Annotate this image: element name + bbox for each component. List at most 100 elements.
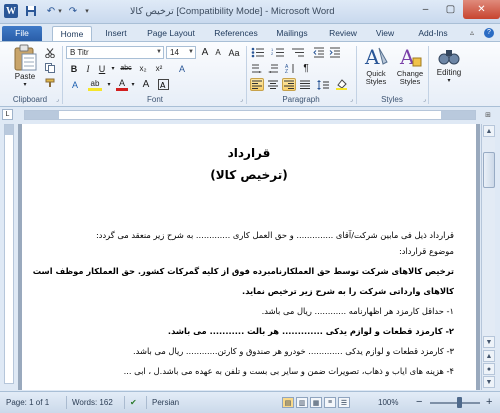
scroll-up-button[interactable]: ▲ — [483, 125, 495, 137]
previous-page-button[interactable]: ▲ — [483, 350, 495, 362]
title-bar: W ↶ ▾ ↷ ▾ ترخیص کالا [Compatibility Mode… — [0, 0, 500, 24]
change-styles-button[interactable]: A Change Styles — [394, 44, 426, 86]
bold-button[interactable]: B — [68, 62, 80, 75]
tab-file[interactable]: File — [2, 26, 42, 41]
cut-icon[interactable] — [44, 46, 56, 59]
close-button[interactable]: ✕ — [463, 0, 500, 19]
align-right-icon[interactable] — [282, 78, 296, 91]
font-color-button[interactable]: A — [116, 78, 128, 91]
document-page[interactable]: قرارداد (ترخیص کالا) قرارداد ذیل فی مابی… — [22, 124, 476, 390]
left-to-right-icon[interactable] — [250, 62, 264, 75]
tab-review[interactable]: Review — [324, 26, 362, 41]
outline-icon[interactable]: ≡ — [324, 397, 336, 408]
paragraph-launcher-icon[interactable]: ⌟ — [350, 96, 353, 103]
shading-icon[interactable] — [334, 78, 348, 91]
document-area[interactable]: قرارداد (ترخیص کالا) قرارداد ذیل فی مابی… — [18, 124, 480, 390]
zoom-in-button[interactable]: + — [486, 396, 492, 408]
horizontal-ruler[interactable]: L ⊞ — [0, 108, 500, 122]
superscript-button[interactable]: x² — [152, 62, 166, 75]
line-spacing-icon[interactable] — [316, 78, 330, 91]
clear-formatting-button[interactable]: A — [176, 62, 188, 75]
draft-icon[interactable]: ☰ — [338, 397, 350, 408]
undo-dropdown-icon[interactable]: ▾ — [56, 4, 64, 18]
tab-mailings[interactable]: Mailings — [270, 26, 314, 41]
align-center-icon[interactable] — [266, 78, 280, 91]
editing-dropdown-icon[interactable]: ▾ — [447, 77, 450, 84]
tab-references[interactable]: References — [210, 26, 262, 41]
help-icon[interactable]: ? — [484, 28, 494, 38]
editing-button[interactable]: Editing ▾ — [432, 44, 466, 84]
bullets-icon[interactable] — [250, 46, 266, 59]
vertical-ruler[interactable] — [4, 124, 14, 384]
save-icon[interactable] — [24, 4, 38, 18]
ribbon-home: Paste ▾ Clipboard ⌟ B Titr ▼ 14 ▼ A A Aa B… — [0, 41, 500, 107]
character-border-button[interactable]: A — [156, 78, 170, 91]
right-to-left-icon[interactable] — [266, 62, 280, 75]
styles-launcher-icon[interactable]: ⌟ — [423, 96, 426, 103]
next-page-button[interactable]: ▼ — [483, 376, 495, 388]
justify-icon[interactable] — [298, 78, 312, 91]
font-name-combo[interactable]: B Titr ▼ — [66, 46, 164, 59]
tab-add-ins[interactable]: Add-Ins — [412, 26, 454, 41]
text-effects-button[interactable]: A — [68, 78, 82, 91]
ruler-strip[interactable] — [24, 110, 476, 120]
size-a-button[interactable]: A — [140, 78, 152, 91]
paste-dropdown-icon[interactable]: ▾ — [23, 81, 26, 88]
copy-icon[interactable] — [44, 61, 56, 74]
underline-button[interactable]: U — [96, 62, 108, 75]
styles-group-label: Styles — [381, 95, 403, 104]
word-app-icon[interactable]: W — [4, 4, 18, 18]
zoom-out-button[interactable]: − — [416, 396, 422, 408]
numbering-icon[interactable]: 12 — [270, 46, 286, 59]
tab-home[interactable]: Home — [52, 26, 92, 41]
tab-page-layout[interactable]: Page Layout — [142, 26, 200, 41]
customize-qat-icon[interactable]: ▾ — [82, 4, 92, 18]
increase-indent-icon[interactable] — [328, 46, 342, 59]
clipboard-launcher-icon[interactable]: ⌟ — [56, 96, 59, 103]
vertical-scrollbar[interactable]: ▲ ▼ ▲ ● ▼ — [481, 124, 495, 390]
zoom-slider-thumb[interactable] — [456, 397, 462, 408]
full-screen-reading-icon[interactable]: ▥ — [296, 397, 308, 408]
scroll-down-button[interactable]: ▼ — [483, 336, 495, 348]
scroll-thumb[interactable] — [483, 152, 495, 188]
change-styles-icon: A — [399, 45, 422, 69]
shrink-font-button[interactable]: A — [212, 46, 224, 59]
subscript-button[interactable]: x₂ — [136, 62, 150, 75]
align-left-icon[interactable] — [250, 78, 264, 91]
word-count[interactable]: Words: 162 — [72, 398, 113, 407]
highlight-dropdown-icon[interactable]: ▾ — [106, 78, 112, 91]
page-count[interactable]: Page: 1 of 1 — [6, 398, 49, 407]
font-size-value: 14 — [170, 48, 179, 57]
font-launcher-icon[interactable]: ⌟ — [240, 96, 243, 103]
redo-icon[interactable]: ↷ — [66, 4, 80, 18]
multilevel-list-icon[interactable] — [290, 46, 306, 59]
minimize-button[interactable]: – — [413, 0, 438, 19]
web-layout-icon[interactable]: ▦ — [310, 397, 322, 408]
minimize-ribbon-icon[interactable]: ▵ — [470, 28, 474, 37]
underline-dropdown-icon[interactable]: ▾ — [110, 62, 116, 75]
decrease-indent-icon[interactable] — [312, 46, 326, 59]
language-indicator[interactable]: Persian — [152, 398, 179, 407]
tab-view[interactable]: View — [370, 26, 400, 41]
zoom-level[interactable]: 100% — [378, 398, 398, 407]
strikethrough-button[interactable]: abc — [118, 62, 134, 75]
font-color-dropdown-icon[interactable]: ▾ — [130, 78, 136, 91]
proofing-icon[interactable]: ✔ — [130, 398, 137, 407]
quick-styles-button[interactable]: A Quick Styles — [360, 44, 392, 86]
print-layout-icon[interactable]: ▤ — [282, 397, 294, 408]
tab-insert[interactable]: Insert — [97, 26, 135, 41]
show-marks-button[interactable]: ¶ — [300, 62, 312, 75]
change-case-button[interactable]: Aa — [226, 46, 242, 59]
view-ruler-icon[interactable]: ⊞ — [482, 109, 494, 120]
sort-icon[interactable]: AZ — [284, 62, 296, 75]
font-size-combo[interactable]: 14 ▼ — [166, 46, 196, 59]
italic-button[interactable]: I — [82, 62, 94, 75]
zoom-slider[interactable] — [430, 402, 480, 404]
grow-font-button[interactable]: A — [199, 46, 211, 59]
paste-button[interactable]: Paste ▾ — [8, 44, 42, 88]
tab-selector[interactable]: L — [2, 109, 13, 120]
highlight-button[interactable]: ab — [88, 78, 102, 91]
select-browse-object-button[interactable]: ● — [483, 363, 495, 375]
format-painter-icon[interactable] — [44, 76, 56, 89]
maximize-button[interactable]: ▢ — [438, 0, 463, 19]
